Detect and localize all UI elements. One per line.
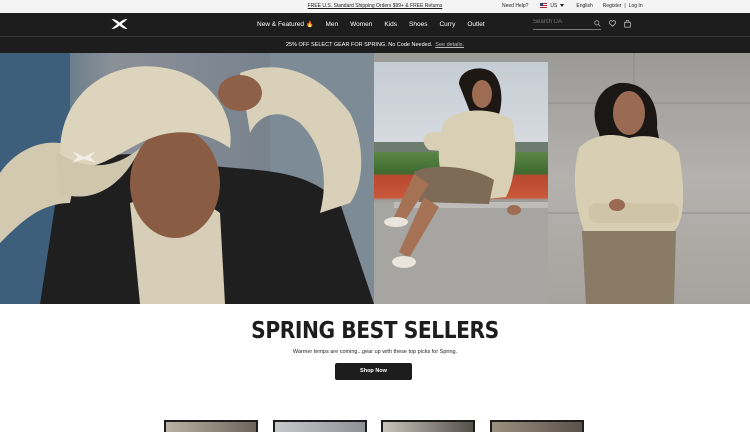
search-box — [533, 19, 601, 30]
nav-curry[interactable]: Curry — [439, 21, 455, 28]
nav-kids[interactable]: Kids — [384, 21, 397, 28]
nav-shoes[interactable]: Shoes — [409, 21, 427, 28]
product-image — [166, 422, 256, 432]
need-help-link[interactable]: Need Help? — [502, 3, 528, 9]
shop-now-button[interactable]: Shop Now — [335, 363, 412, 380]
nav-label: New & Featured — [257, 21, 304, 28]
hero-banner[interactable] — [0, 53, 750, 304]
login-link[interactable]: Log In — [629, 3, 643, 9]
us-flag-icon — [540, 3, 548, 9]
hero-image-man — [0, 53, 374, 304]
nav-new-featured[interactable]: New & Featured 🔥 — [257, 21, 313, 28]
search-input[interactable] — [533, 19, 588, 25]
nav-men[interactable]: Men — [325, 21, 338, 28]
promo-banner: 25% OFF SELECT GEAR FOR SPRING. No Code … — [0, 36, 750, 53]
product-image — [275, 422, 365, 432]
divider: | — [624, 3, 626, 9]
search-icon[interactable] — [594, 20, 601, 27]
utility-bar: FREE U.S. Standard Shipping Orders $99+ … — [0, 0, 750, 13]
product-card[interactable] — [164, 420, 258, 432]
nav-outlet[interactable]: Outlet — [467, 21, 484, 28]
register-link[interactable]: Register — [603, 3, 622, 9]
primary-menu: New & Featured 🔥 Men Women Kids Shoes Cur… — [257, 21, 497, 28]
fire-icon: 🔥 — [305, 22, 314, 28]
product-image — [383, 422, 473, 432]
utility-links: Need Help? US English Register | Log In — [502, 3, 653, 9]
main-nav: New & Featured 🔥 Men Women Kids Shoes Cur… — [0, 13, 750, 36]
section-headline: SPRING BEST SELLERS — [251, 318, 499, 344]
promo-text: 25% OFF SELECT GEAR FOR SPRING. No Code … — [285, 42, 433, 48]
nav-women[interactable]: Women — [350, 21, 372, 28]
product-image — [492, 422, 582, 432]
shopping-bag-icon[interactable] — [624, 20, 631, 28]
language-selector[interactable]: English — [576, 3, 592, 9]
section-subtext: Warmer temps are coming...gear up with t… — [292, 349, 458, 355]
heart-icon[interactable] — [609, 20, 616, 27]
product-card[interactable] — [381, 420, 475, 432]
hero-image-woman-sitting — [374, 62, 548, 304]
product-card[interactable] — [490, 420, 584, 432]
country-label: US — [550, 3, 558, 9]
under-armour-logo-icon[interactable] — [111, 18, 128, 30]
see-details-link[interactable]: See details. — [435, 42, 464, 48]
product-card[interactable] — [273, 420, 367, 432]
country-selector[interactable]: US — [540, 3, 565, 9]
chevron-down-icon — [560, 4, 565, 8]
